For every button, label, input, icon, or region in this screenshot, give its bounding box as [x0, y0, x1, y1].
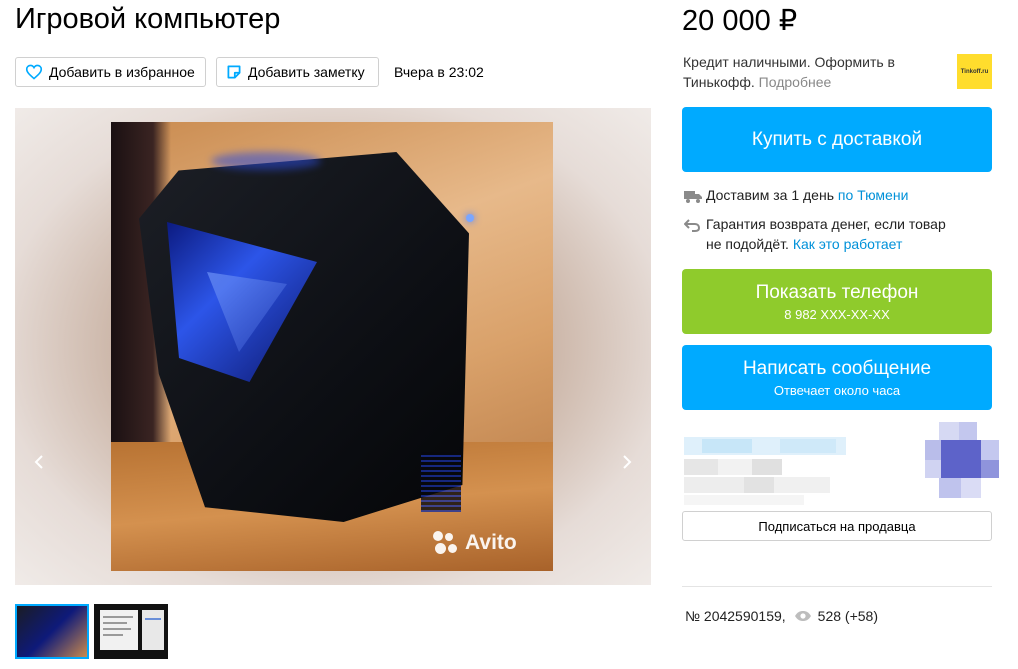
chevron-right-icon	[623, 455, 632, 469]
write-message-button[interactable]: Написать сообщение Отвечает около часа	[682, 345, 992, 410]
reply-time: Отвечает около часа	[773, 382, 901, 398]
watermark-text: Avito	[465, 531, 517, 554]
pc-case-led	[466, 214, 474, 222]
subscribe-seller-button[interactable]: Подписаться на продавца	[682, 511, 992, 541]
posted-date: Вчера в 23:02	[394, 64, 484, 80]
tinkoff-logo[interactable]: Tinkoff.ru	[957, 54, 992, 89]
add-note-label: Добавить заметку	[248, 64, 365, 80]
credit-more-link[interactable]: Подробнее	[759, 74, 832, 90]
truck-icon	[684, 191, 702, 203]
guarantee-how-link[interactable]: Как это работает	[793, 236, 903, 252]
buy-with-delivery-button[interactable]: Купить с доставкой	[682, 107, 992, 172]
phone-masked: 8 982 XXX-XX-XX	[784, 306, 890, 322]
thumbnail-2[interactable]	[94, 604, 168, 659]
delivery-city-link[interactable]: по Тюмени	[838, 187, 909, 203]
tinkoff-logo-text: Tinkoff.ru	[960, 68, 989, 75]
listing-title: Игровой компьютер	[15, 3, 281, 35]
eye-icon	[794, 611, 811, 621]
show-phone-label: Показать телефон	[755, 281, 919, 303]
image-gallery[interactable]	[15, 108, 651, 585]
heart-icon	[25, 64, 43, 80]
avito-watermark: Avito	[433, 531, 517, 555]
gallery-next-button[interactable]	[617, 448, 637, 476]
return-arrow-icon	[683, 219, 701, 232]
seller-name-blurred[interactable]	[684, 425, 846, 505]
gallery-prev-button[interactable]	[29, 448, 49, 476]
views-count: 528 (+58)	[817, 608, 878, 624]
pc-case-vent	[421, 452, 461, 512]
subscribe-seller-label: Подписаться на продавца	[758, 518, 916, 534]
delivery-info: Доставим за 1 день по Тюмени	[684, 185, 908, 208]
avito-logo-icon	[433, 531, 459, 555]
ad-number: № 2042590159,	[685, 608, 786, 624]
seller-avatar-blurred[interactable]	[925, 422, 1003, 502]
add-favorite-label: Добавить в избранное	[49, 64, 195, 80]
thumbnail-screen-window-2	[142, 610, 164, 650]
pc-case-glow	[211, 152, 321, 170]
ad-meta: № 2042590159, 528 (+58)	[685, 608, 878, 624]
delivery-text: Доставим за 1 день	[706, 187, 834, 203]
buy-with-delivery-label: Купить с доставкой	[751, 128, 923, 150]
add-note-button[interactable]: Добавить заметку	[216, 57, 379, 87]
credit-offer[interactable]: Кредит наличными. Оформить в Тинькофф. П…	[683, 52, 943, 92]
price: 20 000 ₽	[682, 5, 798, 37]
guarantee-info: Гарантия возврата денег, если товар не п…	[683, 214, 964, 254]
write-message-label: Написать сообщение	[742, 357, 932, 379]
show-phone-button[interactable]: Показать телефон 8 982 XXX-XX-XX	[682, 269, 992, 334]
divider	[682, 586, 992, 587]
chevron-left-icon	[34, 455, 43, 469]
thumbnail-1[interactable]	[15, 604, 89, 659]
note-icon	[227, 65, 241, 79]
add-favorite-button[interactable]: Добавить в избранное	[15, 57, 206, 87]
main-photo[interactable]	[111, 122, 553, 571]
